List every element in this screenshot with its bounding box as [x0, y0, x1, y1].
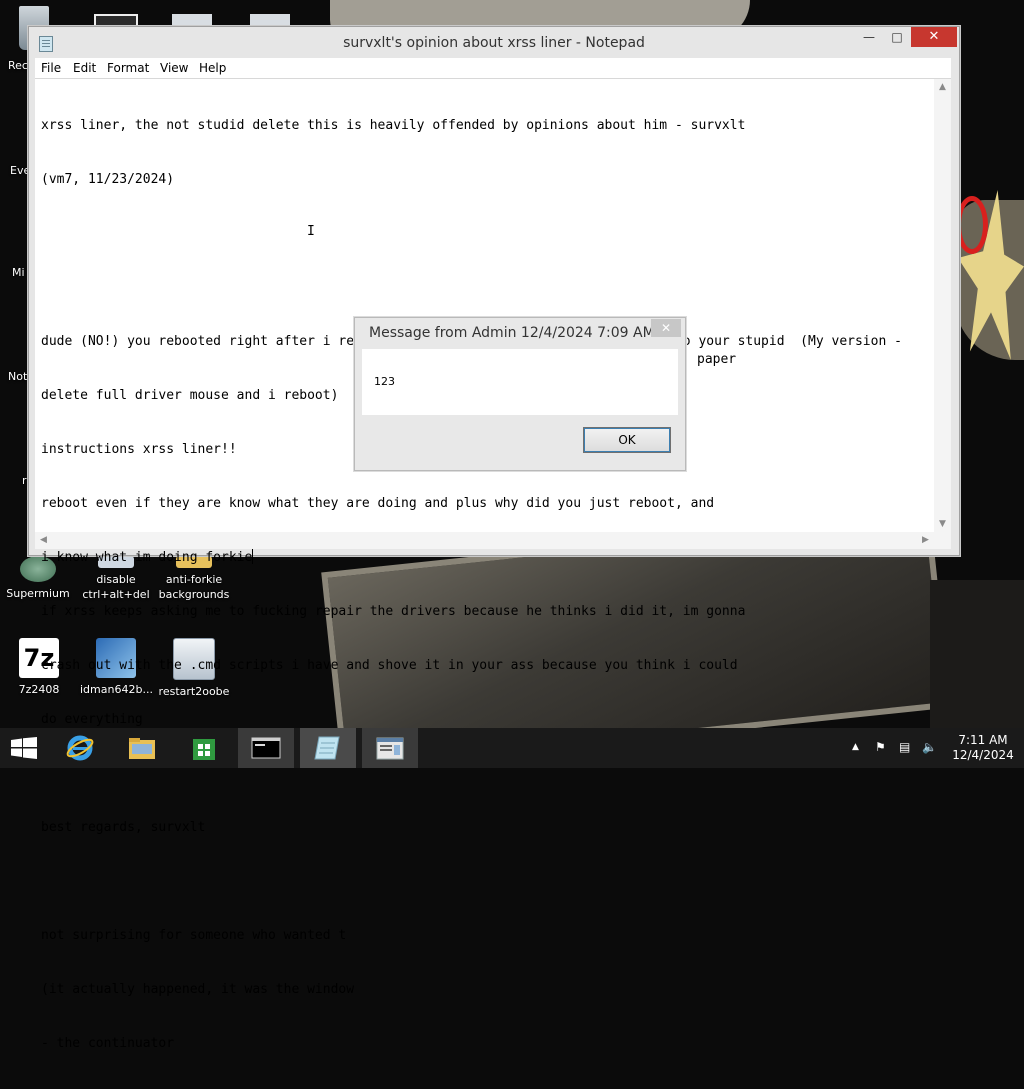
scroll-left-arrow-icon[interactable]: ◀: [35, 532, 52, 549]
text-line: best regards, survxlt: [41, 820, 206, 835]
text-line: reboot even if they are know what they a…: [41, 496, 715, 511]
menu-view[interactable]: View: [160, 61, 188, 75]
menu-format[interactable]: Format: [107, 61, 149, 75]
show-hidden-icons-chevron-icon[interactable]: ▲: [852, 742, 859, 752]
message-dialog[interactable]: Message from Admin 12/4/2024 7:09 AM ✕ 1…: [354, 317, 686, 471]
maximize-button[interactable]: □: [883, 27, 911, 47]
dialog-title: Message from Admin 12/4/2024 7:09 AM: [369, 325, 655, 341]
taskbar-internet-explorer[interactable]: [52, 728, 108, 768]
store-icon: [193, 739, 215, 760]
desktop-icon-partial[interactable]: [172, 14, 212, 26]
menu-file[interactable]: File: [41, 61, 61, 75]
folder-icon: [129, 738, 155, 759]
clock-time: 7:11 AM: [958, 733, 1008, 747]
notepad-window[interactable]: survxlt's opinion about xrss liner - Not…: [28, 26, 960, 1051]
taskbar-cmd[interactable]: [238, 728, 294, 768]
text-line: [41, 873, 931, 891]
text-line: if xrss keeps asking me to fucking repai…: [41, 604, 746, 619]
text-editor[interactable]: xrss liner, the not studid delete this i…: [35, 78, 951, 1051]
action-center-flag-icon[interactable]: ⚑: [875, 740, 886, 754]
desktop-icon-partial[interactable]: [250, 14, 290, 26]
document-text[interactable]: xrss liner, the not studid delete this i…: [41, 81, 931, 1089]
scroll-up-arrow-icon[interactable]: ▲: [934, 79, 951, 96]
network-icon[interactable]: ▤: [899, 740, 910, 754]
minimize-button[interactable]: —: [855, 27, 883, 47]
ok-button[interactable]: OK: [583, 427, 671, 453]
message-window-icon: [376, 737, 404, 760]
desktop-icon-label: r: [22, 474, 27, 487]
text-line: - the continuator: [41, 1036, 175, 1051]
desktop-icon-label: Mi: [12, 266, 25, 279]
windows-logo-icon: [11, 737, 37, 759]
dialog-body: 123: [362, 349, 678, 415]
text-line: not surprising for someone who wanted t: [41, 928, 347, 943]
text-caret: [252, 549, 254, 564]
horizontal-scrollbar[interactable]: ◀ ▶: [35, 532, 951, 549]
scroll-right-arrow-icon[interactable]: ▶: [917, 532, 934, 549]
start-button[interactable]: [0, 728, 48, 768]
wallpaper-shape: [930, 580, 1024, 728]
title-bar[interactable]: survxlt's opinion about xrss liner - Not…: [29, 27, 959, 59]
menu-edit[interactable]: Edit: [73, 61, 96, 75]
taskbar-file-explorer[interactable]: [114, 728, 170, 768]
menu-bar: File Edit Format View Help: [35, 58, 951, 78]
text-fragment: paper: [697, 352, 737, 367]
desktop-icon-label: Not: [8, 370, 28, 383]
text-line: [41, 279, 931, 297]
text-line: [41, 225, 931, 243]
desktop-icon-label: Rec: [8, 59, 28, 72]
text-line: crash out with the .cmd scripts i have a…: [41, 658, 738, 673]
text-line: i know what im doing forkie: [41, 550, 253, 565]
taskbar-clock[interactable]: 7:11 AM 12/4/2024: [948, 733, 1018, 763]
taskbar: ▲ ⚑ ▤ 🔈 7:11 AM 12/4/2024: [0, 728, 1024, 768]
vertical-scrollbar[interactable]: ▲ ▼: [934, 79, 951, 533]
taskbar-message[interactable]: [362, 728, 418, 768]
scroll-down-arrow-icon[interactable]: ▼: [934, 516, 951, 533]
command-prompt-icon: [251, 737, 281, 759]
text-line: (vm7, 11/23/2024): [41, 172, 175, 187]
text-line: xrss liner, the not studid delete this i…: [41, 118, 746, 133]
taskbar-store[interactable]: [176, 728, 232, 768]
text-line: (it actually happened, it was the window: [41, 982, 355, 997]
ibeam-cursor-icon: I: [307, 224, 315, 239]
dialog-message: 123: [374, 375, 395, 388]
clock-date: 12/4/2024: [952, 748, 1014, 762]
text-line-with-caret: i know what im doing forkie: [41, 549, 931, 567]
notepad-icon: [314, 736, 340, 760]
menu-help[interactable]: Help: [199, 61, 226, 75]
dialog-close-button[interactable]: ✕: [651, 319, 681, 337]
internet-explorer-icon: [66, 735, 94, 761]
taskbar-notepad[interactable]: [300, 728, 356, 768]
text-line: do everything: [41, 712, 143, 727]
volume-muted-icon[interactable]: 🔈: [922, 740, 937, 754]
window-title: survxlt's opinion about xrss liner - Not…: [343, 35, 645, 51]
close-button[interactable]: ✕: [911, 27, 957, 47]
wallpaper-ring: [956, 196, 988, 254]
